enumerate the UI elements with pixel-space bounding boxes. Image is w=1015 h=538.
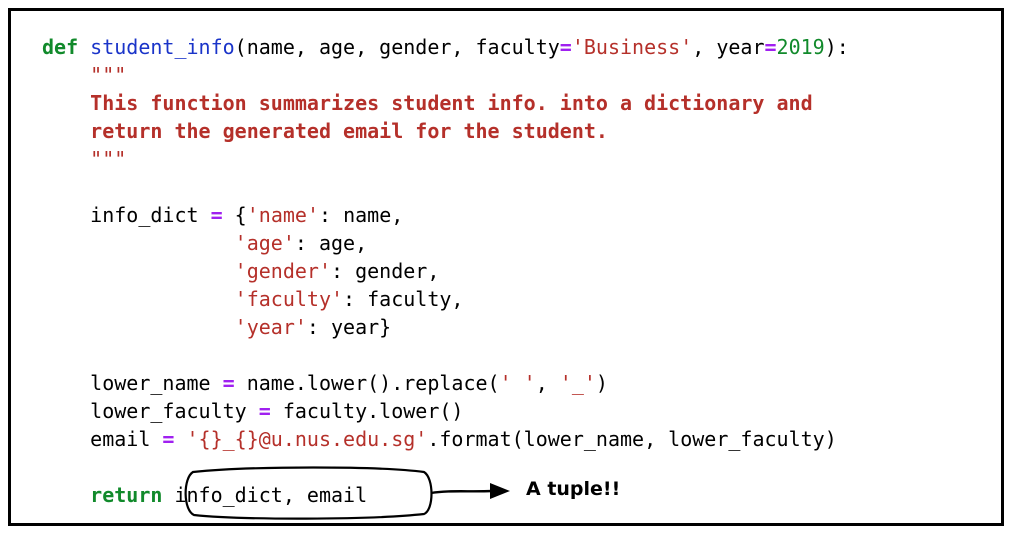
key-faculty: 'faculty'	[234, 287, 344, 311]
code-line-doc-1: This function summarizes student info. i…	[42, 89, 813, 117]
email-variable: email	[90, 427, 163, 451]
dict-variable: info_dict	[90, 203, 211, 227]
value-gender: : gender,	[330, 259, 440, 283]
params-close: ):	[824, 35, 849, 59]
code-line-lower-faculty: lower_faculty = faculty.lower()	[42, 397, 463, 425]
param-year: , year	[692, 35, 765, 59]
lower-name-expression: name.lower().replace(	[234, 371, 500, 395]
code-line-dict-faculty: 'faculty': faculty,	[42, 285, 464, 313]
docstring-open: """	[90, 63, 127, 87]
value-faculty: : faculty,	[343, 287, 464, 311]
tuple-annotation: A tuple!!	[526, 478, 621, 500]
code-block: def student_info(name, age, gender, facu…	[0, 0, 1015, 538]
code-line-dict-year: 'year': year}	[42, 313, 392, 341]
underscore-string: '_'	[559, 371, 596, 395]
def-keyword: def	[42, 35, 79, 59]
return-keyword: return	[90, 483, 163, 507]
function-name: student_info	[90, 35, 235, 59]
equals-operator-2: =	[764, 35, 777, 59]
code-line-doc-open: """	[42, 61, 126, 89]
return-expression: info_dict, email	[174, 483, 368, 507]
default-faculty: 'Business'	[571, 35, 693, 59]
close-paren: )	[595, 371, 608, 395]
key-age: 'age'	[234, 231, 295, 255]
equals-operator: =	[559, 35, 572, 59]
assign-operator-4: =	[162, 427, 175, 451]
value-age: : age,	[294, 231, 368, 255]
docstring-close: """	[90, 147, 127, 171]
lower-faculty-expression: faculty.lower()	[270, 399, 464, 423]
code-line-doc-2: return the generated email for the stude…	[42, 117, 608, 145]
value-name: : name,	[318, 203, 404, 227]
key-gender: 'gender'	[234, 259, 331, 283]
key-name: 'name'	[246, 203, 319, 227]
email-format-call: .format(lower_name, lower_faculty)	[427, 427, 837, 451]
lower-name-variable: lower_name	[90, 371, 223, 395]
code-line-return: return info_dict, email	[42, 481, 367, 509]
code-line-dict-age: 'age': age,	[42, 229, 367, 257]
dict-open: {	[222, 203, 247, 227]
code-line-dict-gender: 'gender': gender,	[42, 257, 440, 285]
code-line-doc-close: """	[42, 145, 126, 173]
value-year: : year}	[306, 315, 392, 339]
code-line-def: def student_info(name, age, gender, facu…	[42, 33, 849, 61]
key-year: 'year'	[234, 315, 307, 339]
code-line-email: email = '{}_{}@u.nus.edu.sg'.format(lowe…	[42, 425, 837, 453]
docstring-line-2: return the generated email for the stude…	[90, 119, 608, 143]
code-line-dict-name: info_dict = {'name': name,	[42, 201, 403, 229]
arg-separator: ,	[535, 371, 560, 395]
assign-operator-2: =	[222, 371, 235, 395]
docstring-line-1: This function summarizes student info. i…	[90, 91, 813, 115]
assign-operator-3: =	[258, 399, 271, 423]
default-year: 2019	[776, 35, 825, 59]
params-open: (name, age, gender, faculty	[234, 35, 560, 59]
assign-operator: =	[210, 203, 223, 227]
space-string: ' '	[499, 371, 536, 395]
email-format-string: '{}_{}@u.nus.edu.sg'	[186, 427, 428, 451]
lower-faculty-variable: lower_faculty	[90, 399, 259, 423]
code-line-lower-name: lower_name = name.lower().replace(' ', '…	[42, 369, 608, 397]
